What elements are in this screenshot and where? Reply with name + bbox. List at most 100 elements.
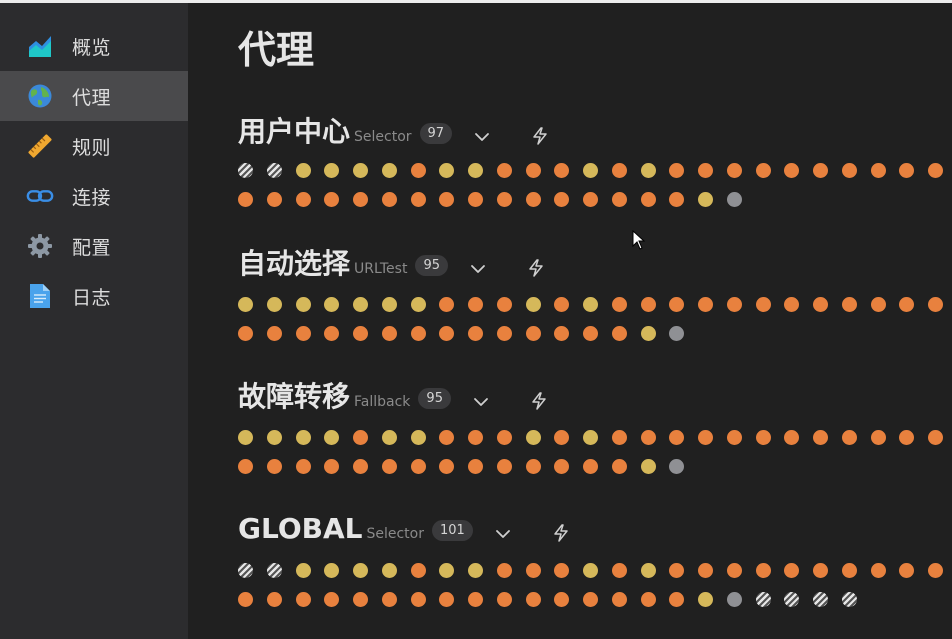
proxy-dot[interactable]: [353, 563, 368, 578]
proxy-dot[interactable]: [353, 297, 368, 312]
proxy-dot[interactable]: [899, 297, 915, 312]
proxy-dot[interactable]: [698, 592, 713, 607]
collapse-button[interactable]: [470, 125, 494, 149]
proxy-dot[interactable]: [611, 192, 627, 207]
proxy-dot[interactable]: [640, 163, 656, 178]
proxy-dot[interactable]: [813, 430, 828, 445]
proxy-dot[interactable]: [496, 297, 512, 312]
proxy-dot[interactable]: [554, 592, 570, 607]
proxy-dot[interactable]: [439, 592, 455, 607]
proxy-dot[interactable]: [640, 563, 656, 578]
proxy-dot[interactable]: [496, 592, 512, 607]
proxy-dot[interactable]: [410, 297, 426, 312]
proxy-dot[interactable]: [698, 163, 713, 178]
proxy-dot[interactable]: [266, 297, 282, 312]
proxy-dot[interactable]: [468, 326, 483, 341]
proxy-dot[interactable]: [353, 326, 368, 341]
proxy-dot[interactable]: [238, 430, 253, 445]
proxy-dot[interactable]: [899, 563, 915, 578]
proxy-dot[interactable]: [324, 163, 340, 178]
proxy-dot[interactable]: [381, 592, 397, 607]
proxy-dot[interactable]: [583, 326, 598, 341]
proxy-dot[interactable]: [525, 297, 541, 312]
proxy-dot[interactable]: [813, 563, 828, 578]
proxy-dot[interactable]: [525, 163, 541, 178]
proxy-dot[interactable]: [755, 297, 771, 312]
proxy-dot[interactable]: [295, 326, 311, 341]
proxy-dot[interactable]: [611, 163, 627, 178]
proxy-dot[interactable]: [841, 297, 857, 312]
proxy-dot[interactable]: [813, 163, 828, 178]
proxy-dot[interactable]: [295, 297, 311, 312]
proxy-dot[interactable]: [353, 430, 368, 445]
proxy-dot[interactable]: [698, 192, 713, 207]
proxy-dot[interactable]: [525, 430, 541, 445]
proxy-dot[interactable]: [899, 163, 915, 178]
proxy-dot[interactable]: [669, 326, 685, 341]
proxy-dot[interactable]: [496, 430, 512, 445]
proxy-dot[interactable]: [439, 430, 455, 445]
proxy-dot[interactable]: [410, 563, 426, 578]
proxy-dot[interactable]: [525, 326, 541, 341]
sidebar-item-overview[interactable]: 概览: [0, 21, 188, 71]
proxy-dot[interactable]: [583, 430, 598, 445]
latency-test-button[interactable]: [524, 256, 548, 280]
proxy-dot[interactable]: [410, 459, 426, 474]
proxy-dot[interactable]: [583, 592, 598, 607]
proxy-dot[interactable]: [324, 592, 340, 607]
proxy-dot[interactable]: [669, 430, 685, 445]
proxy-dot[interactable]: [698, 563, 713, 578]
proxy-dot[interactable]: [784, 430, 800, 445]
latency-test-button[interactable]: [528, 124, 552, 148]
proxy-dot[interactable]: [353, 459, 368, 474]
proxy-dot[interactable]: [583, 163, 598, 178]
proxy-dot[interactable]: [726, 192, 742, 207]
proxy-dot[interactable]: [381, 192, 397, 207]
proxy-dot[interactable]: [353, 592, 368, 607]
proxy-dot[interactable]: [726, 297, 742, 312]
proxy-dot[interactable]: [324, 430, 340, 445]
proxy-dot[interactable]: [554, 297, 570, 312]
latency-test-button[interactable]: [549, 521, 573, 545]
proxy-dot[interactable]: [611, 326, 627, 341]
sidebar-item-connections[interactable]: 连接: [0, 171, 188, 221]
proxy-dot[interactable]: [468, 163, 483, 178]
proxy-dot[interactable]: [554, 192, 570, 207]
proxy-dot[interactable]: [554, 430, 570, 445]
proxy-dot[interactable]: [439, 297, 455, 312]
proxy-dot[interactable]: [266, 430, 282, 445]
proxy-dot[interactable]: [266, 563, 282, 578]
proxy-dot[interactable]: [784, 163, 800, 178]
proxy-dot[interactable]: [640, 326, 656, 341]
proxy-dot[interactable]: [583, 459, 598, 474]
proxy-dot[interactable]: [669, 592, 685, 607]
proxy-dot[interactable]: [583, 563, 598, 578]
proxy-dot[interactable]: [784, 563, 800, 578]
proxy-dot[interactable]: [381, 163, 397, 178]
proxy-dot[interactable]: [238, 563, 253, 578]
proxy-dot[interactable]: [295, 592, 311, 607]
proxy-dot[interactable]: [353, 163, 368, 178]
proxy-dot[interactable]: [841, 592, 857, 607]
proxy-dot[interactable]: [468, 459, 483, 474]
proxy-dot[interactable]: [381, 297, 397, 312]
proxy-dot[interactable]: [496, 192, 512, 207]
proxy-dot[interactable]: [238, 192, 253, 207]
sidebar-item-proxies[interactable]: 代理: [0, 71, 188, 121]
proxy-dot[interactable]: [266, 326, 282, 341]
sidebar-item-rules[interactable]: 规则: [0, 121, 188, 171]
proxy-dot[interactable]: [410, 163, 426, 178]
proxy-dot[interactable]: [525, 459, 541, 474]
proxy-dot[interactable]: [899, 430, 915, 445]
proxy-dot[interactable]: [353, 192, 368, 207]
proxy-dot[interactable]: [755, 163, 771, 178]
proxy-dot[interactable]: [640, 192, 656, 207]
proxy-dot[interactable]: [841, 563, 857, 578]
proxy-dot[interactable]: [468, 563, 483, 578]
collapse-button[interactable]: [491, 522, 515, 546]
proxy-dot[interactable]: [324, 563, 340, 578]
proxy-dot[interactable]: [611, 592, 627, 607]
proxy-dot[interactable]: [755, 592, 771, 607]
proxy-dot[interactable]: [410, 430, 426, 445]
proxy-dot[interactable]: [381, 326, 397, 341]
